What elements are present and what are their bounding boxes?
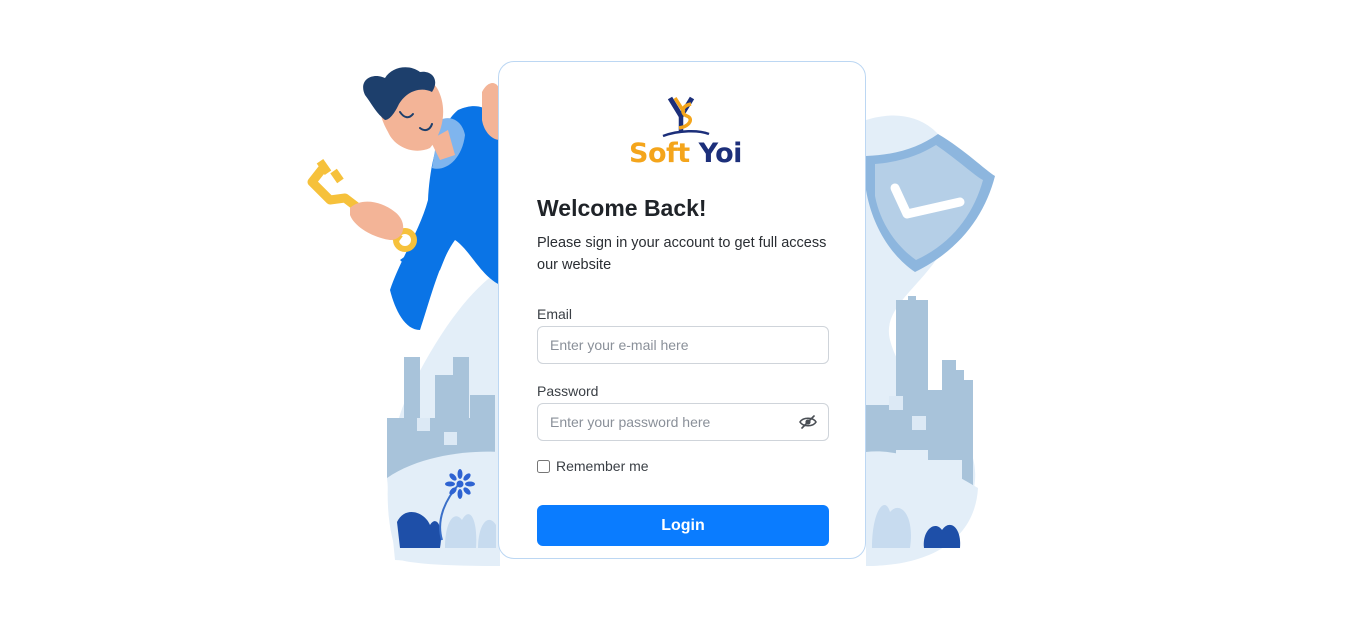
email-field[interactable] — [537, 326, 829, 364]
remember-label: Remember me — [556, 458, 649, 474]
brand-yoi: Yoi — [698, 138, 743, 169]
eye-off-icon[interactable] — [799, 415, 817, 429]
logo-mark-icon — [662, 96, 710, 138]
brand-soft: Soft — [629, 138, 690, 169]
email-label: Email — [537, 306, 573, 322]
password-field[interactable] — [537, 403, 829, 441]
password-label: Password — [537, 383, 599, 399]
page-subtitle: Please sign in your account to get full … — [537, 235, 827, 273]
brand-name: Soft Yoi — [629, 138, 743, 169]
remember-checkbox[interactable] — [537, 459, 550, 473]
login-card: Soft Yoi Welcome Back! Please sign in yo… — [498, 61, 866, 559]
remember-me[interactable]: Remember me — [537, 458, 649, 474]
page-title: Welcome Back! — [537, 195, 707, 221]
login-button[interactable]: Login — [537, 505, 829, 546]
brand-logo: Soft Yoi — [629, 92, 743, 174]
